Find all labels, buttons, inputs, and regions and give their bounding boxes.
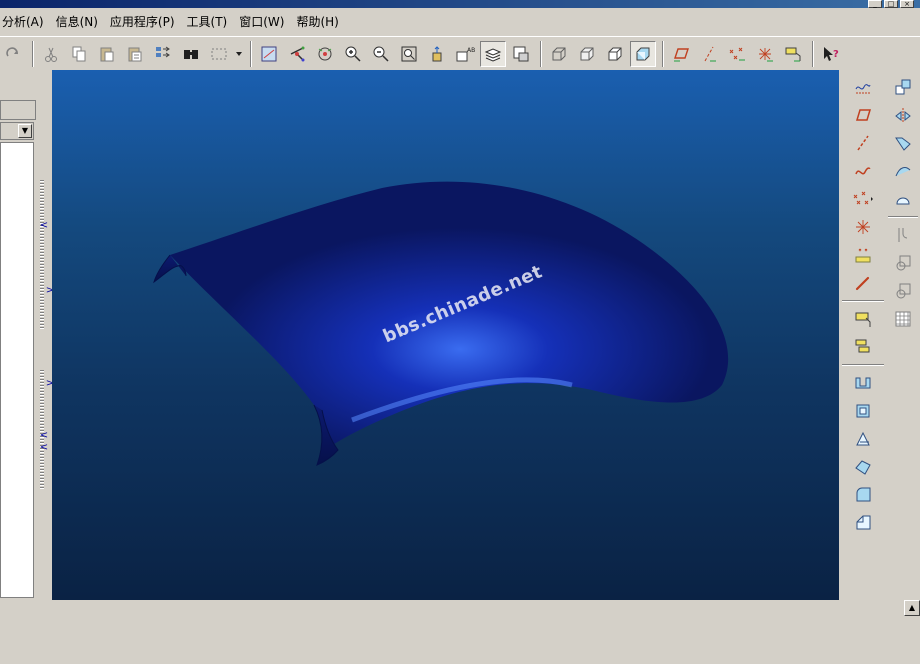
redo-icon[interactable] — [0, 41, 26, 67]
mirror-icon[interactable] — [890, 102, 916, 128]
main-toolbar: AB ? — [0, 36, 920, 70]
dropdown-arrow-icon[interactable] — [234, 41, 244, 67]
chevron-down-icon[interactable]: ▼ — [18, 124, 32, 138]
trim-icon[interactable] — [890, 130, 916, 156]
menu-tools[interactable]: 工具(T) — [183, 13, 236, 30]
model-tree-combo[interactable]: ▼ — [0, 122, 34, 140]
sketch-curve-icon[interactable] — [850, 74, 876, 100]
paste-special-icon[interactable] — [122, 41, 148, 67]
chevron-left-icon[interactable]: < — [38, 430, 50, 441]
title-bar: _ □ × — [0, 0, 920, 8]
extend-icon[interactable] — [890, 158, 916, 184]
layers-icon[interactable] — [480, 40, 506, 67]
toolbar-separator — [842, 364, 884, 366]
analysis-feature-icon[interactable] — [850, 242, 876, 268]
datum-plane-icon[interactable] — [850, 102, 876, 128]
search-icon[interactable] — [178, 41, 204, 67]
menu-info[interactable]: 信息(N) — [52, 13, 106, 30]
scroll-up-icon[interactable]: ▲ — [904, 600, 920, 616]
round-icon[interactable] — [850, 482, 876, 508]
chain-icon[interactable] — [850, 270, 876, 296]
pattern-icon[interactable] — [890, 306, 916, 332]
named-view-icon[interactable] — [312, 41, 338, 67]
datum-axis-icon[interactable] — [850, 130, 876, 156]
cut-icon[interactable] — [38, 41, 64, 67]
datum-feature-toolbar — [840, 72, 886, 562]
merge-icon[interactable] — [890, 222, 916, 248]
blend-icon[interactable] — [850, 454, 876, 480]
offset-sketch-icon[interactable] — [850, 334, 876, 360]
chevron-left-icon[interactable]: < — [38, 220, 50, 231]
chevron-left-icon[interactable]: < — [38, 442, 50, 453]
sketch-icon[interactable] — [850, 306, 876, 332]
model-tree-panel: ▼ — [0, 100, 36, 600]
menu-window[interactable]: 窗口(W) — [235, 13, 292, 30]
coord-system-icon[interactable] — [850, 214, 876, 240]
copy-feature-icon[interactable] — [890, 74, 916, 100]
whats-this-icon[interactable]: ? — [818, 41, 844, 67]
zoom-in-icon[interactable] — [340, 41, 366, 67]
sweep-icon[interactable] — [850, 426, 876, 452]
regenerate-icon[interactable] — [150, 41, 176, 67]
zoom-fit-icon[interactable] — [396, 41, 422, 67]
shading-icon[interactable] — [630, 40, 656, 67]
message-area — [0, 600, 904, 664]
window-controls: _ □ × — [868, 0, 914, 8]
editing-toolbar — [886, 72, 920, 352]
menu-help[interactable]: 帮助(H) — [292, 13, 346, 30]
toolbar-separator — [32, 40, 34, 67]
message-scrollbar[interactable]: ▲ — [904, 600, 920, 664]
extrude-icon[interactable] — [850, 370, 876, 396]
datum-planes-icon[interactable] — [668, 41, 694, 67]
intersect-icon[interactable] — [890, 250, 916, 276]
splitter-grip — [40, 180, 44, 330]
select-box-icon[interactable] — [206, 41, 232, 67]
model-tree-tab[interactable] — [0, 100, 36, 120]
wireframe-icon[interactable] — [546, 41, 572, 67]
toolbar-separator — [250, 40, 252, 67]
close-button[interactable]: × — [900, 0, 914, 8]
model-display-icon[interactable] — [508, 41, 534, 67]
zoom-out-icon[interactable] — [368, 41, 394, 67]
orientation-icon[interactable] — [256, 41, 282, 67]
svg-text:AB: AB — [467, 47, 475, 54]
reorient-icon[interactable] — [424, 41, 450, 67]
menu-analysis[interactable]: 分析(A) — [0, 13, 52, 30]
datum-curve-icon[interactable] — [850, 158, 876, 184]
coord-sys-icon[interactable] — [752, 41, 778, 67]
model-tree-list[interactable] — [0, 142, 34, 598]
menu-applications[interactable]: 应用程序(P) — [106, 13, 183, 30]
menu-bar: 分析(A) 信息(N) 应用程序(P) 工具(T) 窗口(W) 帮助(H) — [0, 10, 920, 32]
spin-center-icon[interactable] — [284, 41, 310, 67]
graphics-viewport[interactable]: bbs.chinade.net — [52, 70, 839, 600]
datum-axes-icon[interactable] — [696, 41, 722, 67]
datum-point-icon[interactable] — [850, 186, 876, 212]
minimize-button[interactable]: _ — [868, 0, 882, 8]
annotation-icon[interactable] — [780, 41, 806, 67]
paste-icon[interactable] — [94, 41, 120, 67]
panel-splitter[interactable]: < > > < < — [38, 70, 54, 600]
hidden-line-icon[interactable] — [574, 41, 600, 67]
datum-points-icon[interactable] — [724, 41, 750, 67]
toolbar-separator — [888, 216, 918, 218]
toolbar-separator — [842, 300, 884, 302]
toolbar-separator — [662, 40, 664, 67]
surface-model — [153, 181, 729, 466]
toolbar-separator — [540, 40, 542, 67]
no-hidden-icon[interactable] — [602, 41, 628, 67]
revolve-icon[interactable] — [850, 398, 876, 424]
toolbar-separator — [812, 40, 814, 67]
saved-views-icon[interactable]: AB — [452, 41, 478, 67]
svg-text:?: ? — [833, 49, 839, 60]
boundary-blend-icon[interactable] — [890, 186, 916, 212]
offset-icon[interactable] — [890, 278, 916, 304]
maximize-button[interactable]: □ — [884, 0, 898, 8]
copy-icon[interactable] — [66, 41, 92, 67]
chamfer-icon[interactable] — [850, 510, 876, 536]
